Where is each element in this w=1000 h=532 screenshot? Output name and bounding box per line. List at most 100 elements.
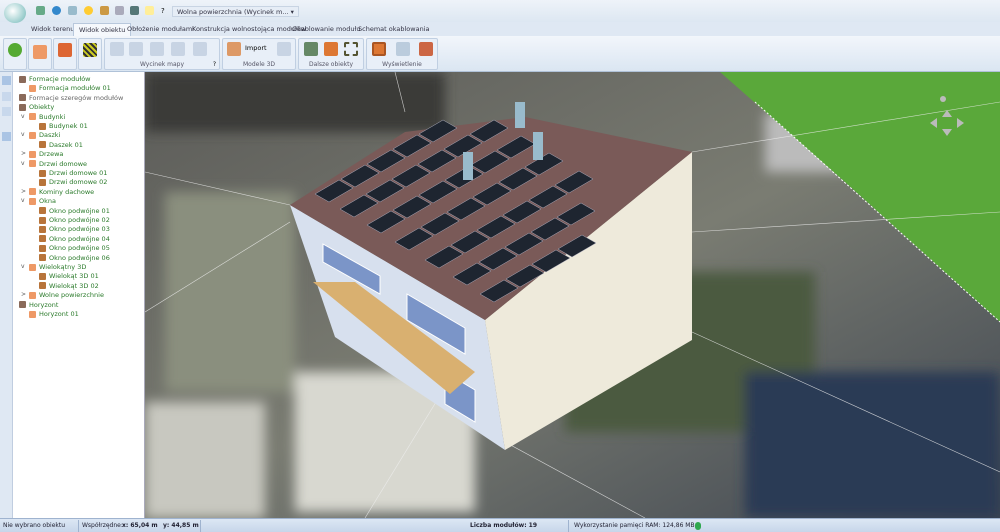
node-icon xyxy=(39,254,46,262)
node-icon xyxy=(29,131,36,139)
node-label: Horyzont 01 xyxy=(39,310,79,318)
node-label: Horyzont xyxy=(29,300,59,309)
node-icon xyxy=(29,150,36,158)
expand-icon[interactable] xyxy=(2,92,11,101)
wall-icon xyxy=(58,43,72,57)
node-icon xyxy=(39,169,46,177)
node-icon xyxy=(29,291,36,299)
node-label: Budynek 01 xyxy=(49,122,88,130)
polygon-icon[interactable] xyxy=(344,42,358,56)
map-icon[interactable] xyxy=(110,42,124,56)
node-label: Drzwi domowe 02 xyxy=(49,178,108,187)
node-label: Daszek 01 xyxy=(49,140,83,149)
roof-panel-icon[interactable] xyxy=(304,42,318,56)
node-label: Okno podwójne 04 xyxy=(49,234,110,243)
map-3d-icon[interactable] xyxy=(150,42,164,56)
view-side-icon[interactable] xyxy=(396,42,410,56)
play-icon[interactable] xyxy=(2,76,11,85)
tab-widok-terenu[interactable]: Widok terenu xyxy=(26,23,79,36)
back-icon[interactable] xyxy=(36,6,45,15)
view-roof-icon[interactable] xyxy=(419,42,433,56)
ribbon-tabs: Widok terenu Widok obiektu Obłożenie mod… xyxy=(0,22,1000,36)
info-icon[interactable] xyxy=(52,6,61,15)
model-icon[interactable] xyxy=(277,42,291,56)
building-button[interactable] xyxy=(28,38,52,70)
node-label: Drzwi domowe 01 xyxy=(49,169,108,177)
node-label: Okno podwójne 05 xyxy=(49,244,110,253)
module-count: Liczba modułów: 19 xyxy=(470,522,538,529)
node-icon xyxy=(29,84,36,92)
group-wyswietlenie: Wyświetlenie xyxy=(366,38,438,70)
save-icon[interactable] xyxy=(100,6,109,15)
node-icon xyxy=(19,94,26,102)
expand-toggle[interactable]: > xyxy=(21,150,26,157)
group-label: Dalsze obiekty xyxy=(308,61,354,68)
expand-toggle[interactable]: > xyxy=(21,291,26,298)
node-icon xyxy=(29,263,36,271)
node-icon xyxy=(39,282,46,290)
node-label: Formacja modułów 01 xyxy=(39,84,111,93)
tab-schemat-okablowania[interactable]: Schemat okablowania xyxy=(353,23,434,36)
collapse-toggle[interactable]: v xyxy=(21,131,25,138)
status-bar: Nie wybrano obiektu Współrzędne: x: 65,0… xyxy=(0,518,1000,532)
node-label: Obiekty xyxy=(29,103,55,112)
node-label: Drzwi domowe xyxy=(39,159,88,168)
node-icon xyxy=(39,122,46,130)
coord-x: x: 65,04 m xyxy=(122,522,158,529)
node-icon xyxy=(39,225,46,233)
node-icon xyxy=(39,216,46,224)
export-icon[interactable] xyxy=(130,6,139,15)
import-button[interactable]: Import xyxy=(227,41,267,56)
node-icon xyxy=(29,188,36,196)
tree-button[interactable] xyxy=(3,38,27,70)
group-label: Modele 3D xyxy=(242,61,276,68)
node-icon xyxy=(39,141,46,149)
list-icon[interactable] xyxy=(2,132,11,141)
node-icon xyxy=(19,75,26,83)
tool-icon[interactable] xyxy=(115,6,124,15)
node-icon xyxy=(29,113,36,121)
node-icon xyxy=(29,197,36,205)
collapse-toggle[interactable]: v xyxy=(21,197,25,204)
info-map-icon[interactable] xyxy=(193,42,207,56)
collapse-toggle[interactable]: v xyxy=(21,113,25,120)
selection-status: Nie wybrano obiektu xyxy=(3,522,66,529)
view-front-icon[interactable] xyxy=(372,42,386,56)
node-icon xyxy=(39,272,46,280)
node-label: Formacje modułów xyxy=(29,75,91,83)
app-logo[interactable] xyxy=(4,3,26,23)
help-icon[interactable]: ? xyxy=(161,7,165,15)
node-icon xyxy=(39,207,46,215)
globe-icon[interactable] xyxy=(68,6,77,15)
collapse-toggle[interactable]: v xyxy=(21,160,25,167)
title-bar: ? Wolna powierzchnia (Wycinek m... ▾ xyxy=(0,0,1000,23)
collapse-toggle[interactable]: v xyxy=(21,263,25,270)
document-selector[interactable]: Wolna powierzchnia (Wycinek m... ▾ xyxy=(172,6,299,17)
coords-label: Współrzędne: xyxy=(82,522,123,529)
expand-toggle[interactable]: > xyxy=(21,188,26,195)
object-tree: Formacje modułów Formacja modułów 01 Forma… xyxy=(13,72,145,518)
roof-icon[interactable] xyxy=(324,42,338,56)
node-label: Formacje szeregów modułów xyxy=(29,93,124,102)
node-label: Budynki xyxy=(39,112,66,121)
tree-node[interactable]: Horyzont 01 xyxy=(29,309,79,319)
group-label: Wycinek mapy xyxy=(139,61,185,68)
collapse-icon[interactable] xyxy=(2,107,11,116)
group-label: Wyświetlenie xyxy=(382,61,422,68)
surface-icon xyxy=(83,43,97,57)
sun-icon[interactable] xyxy=(84,6,93,15)
node-label: Wielokąt 3D 01 xyxy=(49,272,99,281)
status-indicator xyxy=(695,522,701,530)
folder-icon[interactable] xyxy=(145,6,154,15)
chimney xyxy=(515,102,525,128)
map-image-icon[interactable] xyxy=(171,42,185,56)
wall-button[interactable] xyxy=(53,38,77,70)
3d-viewport[interactable] xyxy=(145,72,1000,518)
chimney xyxy=(533,132,543,160)
node-icon xyxy=(39,244,46,252)
node-label: Kominy dachowe xyxy=(39,187,95,196)
node-label: Okna xyxy=(39,197,56,206)
surface-button[interactable] xyxy=(78,38,102,70)
pin-icon[interactable] xyxy=(129,42,143,56)
node-icon xyxy=(39,178,46,186)
